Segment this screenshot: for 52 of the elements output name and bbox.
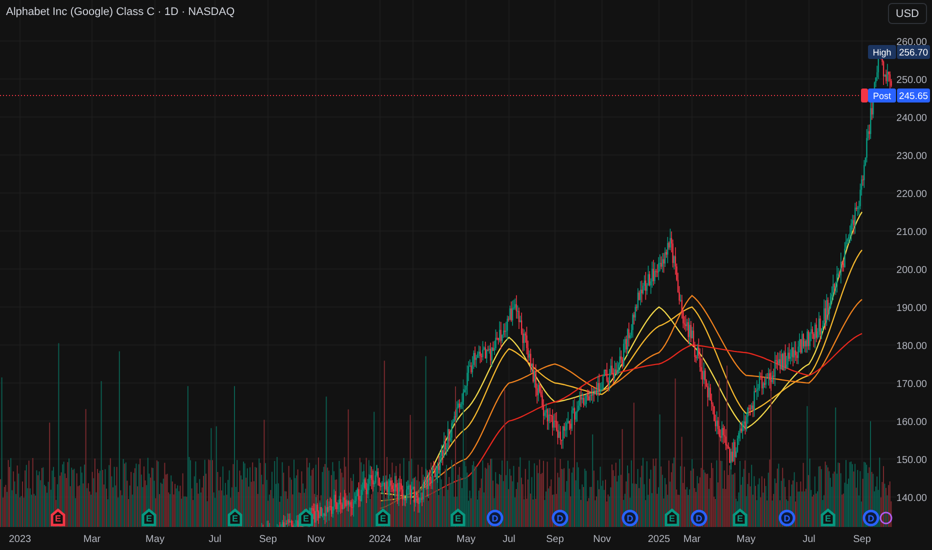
price-axis-label: 230.00 [896, 151, 927, 162]
time-axis-label: Mar [83, 534, 101, 545]
dividend-marker[interactable]: D [862, 510, 880, 526]
split-event-icon[interactable] [880, 512, 892, 524]
time-axis-label: Mar [404, 534, 422, 545]
price-axis-label: 140.00 [896, 492, 927, 504]
dividend-marker[interactable]: D [622, 510, 638, 526]
price-axis-label: 180.00 [896, 341, 927, 352]
time-axis-label: Mar [683, 534, 701, 545]
time-axis-label: Jul [208, 534, 222, 545]
dividend-marker[interactable]: D [486, 510, 504, 526]
currency-button[interactable]: USD [888, 3, 927, 24]
post-price-tag: 245.65 [897, 88, 930, 103]
time-axis-label: May [456, 534, 476, 545]
earnings-marker[interactable]: E [50, 508, 66, 526]
time-axis-label: May [736, 534, 756, 545]
price-axis-label: 240.00 [896, 113, 927, 124]
dividend-marker[interactable]: D [778, 510, 796, 526]
price-axis-label: 220.00 [896, 189, 927, 200]
price-axis-label: 250.00 [896, 75, 927, 86]
time-axis-label: 2023 [8, 534, 32, 545]
earnings-marker[interactable]: E [142, 508, 156, 526]
price-axis-label: 210.00 [896, 227, 927, 238]
dividend-marker[interactable]: D [690, 510, 708, 526]
earnings-marker[interactable]: E [298, 508, 314, 526]
earnings-marker[interactable]: E [820, 508, 836, 526]
time-axis-label: Sep [259, 534, 277, 545]
time-axis-label: Jul [502, 534, 516, 545]
earnings-marker[interactable]: E [376, 508, 390, 526]
time-axis-label: May [146, 534, 164, 545]
earnings-marker[interactable]: E [732, 508, 748, 526]
time-axis-label: Nov [307, 534, 325, 545]
time-axis-label: Sep [546, 534, 564, 545]
post-tag: Post [868, 88, 896, 103]
price-axis-label: 160.00 [896, 417, 927, 428]
time-axis-label: 2025 [648, 534, 670, 545]
time-axis-label: Nov [593, 534, 611, 545]
earnings-marker[interactable]: E [450, 508, 466, 526]
high-price-tag: 256.70 [897, 45, 930, 59]
earnings-marker[interactable]: E [664, 508, 680, 526]
price-axis-label: 170.00 [896, 379, 927, 390]
price-axis-label: 200.00 [896, 265, 927, 276]
high-tag: High [868, 45, 896, 59]
close-marker [861, 88, 868, 103]
price-axis-label: 150.00 [896, 455, 927, 466]
dividend-marker[interactable]: D [552, 510, 568, 526]
earnings-marker[interactable]: E [228, 508, 242, 526]
time-axis-label: Sep [853, 534, 871, 545]
price-axis-label: 190.00 [896, 303, 927, 314]
chart-title: Alphabet Inc (Google) Class C · 1D · NASDAQ [6, 6, 235, 18]
time-axis-label: Jul [802, 534, 816, 545]
time-axis-label: 2024 [368, 534, 392, 545]
